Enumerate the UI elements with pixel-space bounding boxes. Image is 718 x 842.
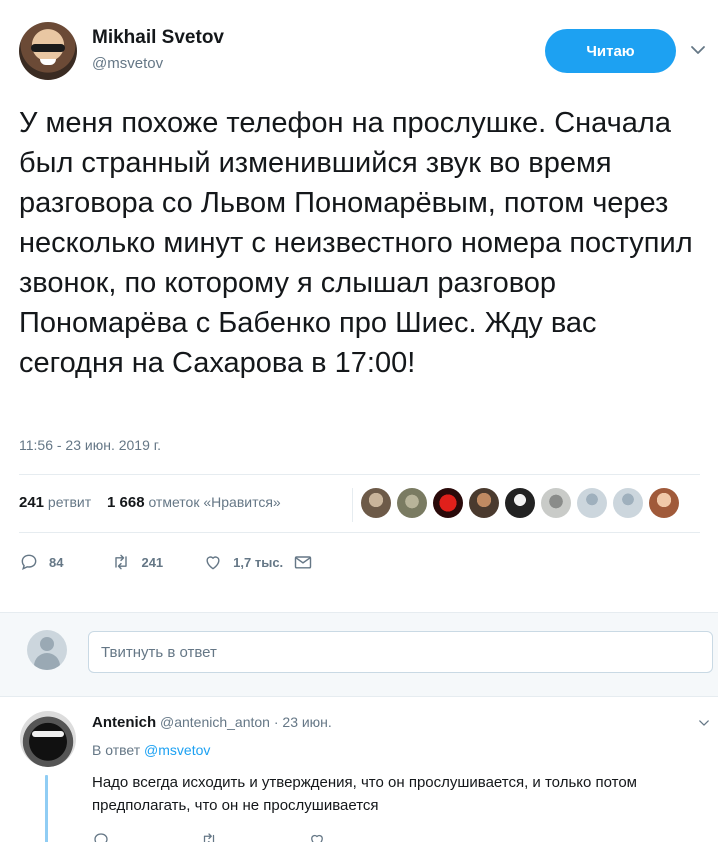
heart-icon[interactable] <box>308 831 326 842</box>
like-count: 1,7 тыс. <box>233 554 284 570</box>
liker-avatar[interactable] <box>397 488 427 518</box>
likes-label: отметок «Нравится» <box>148 494 281 510</box>
reply-meta[interactable]: @antenich_anton · 23 июн. <box>160 714 332 730</box>
author-handle[interactable]: @msvetov <box>92 55 163 72</box>
reply-action[interactable]: 84 <box>19 552 63 572</box>
retweet-icon[interactable] <box>200 831 218 842</box>
chevron-down-icon[interactable] <box>688 40 708 60</box>
reply-author-name[interactable]: Antenich <box>92 714 156 731</box>
divider <box>19 474 700 475</box>
envelope-icon <box>294 556 312 569</box>
reply-to-label: В ответ <box>92 742 141 758</box>
retweets-count: 241 <box>19 494 45 511</box>
message-action[interactable] <box>293 552 313 572</box>
liker-avatar[interactable] <box>649 488 679 518</box>
chevron-down-icon[interactable] <box>697 716 711 730</box>
liker-avatar[interactable] <box>505 488 535 518</box>
liker-avatar[interactable] <box>577 488 607 518</box>
reply-to-handle[interactable]: @msvetov <box>144 742 210 758</box>
thread-line <box>45 775 48 842</box>
tweet-text: У меня похоже телефон на прослушке. Снач… <box>19 107 693 379</box>
liker-avatar[interactable] <box>433 488 463 518</box>
tweet-actions: 84 241 1,7 тыс. <box>19 550 313 574</box>
retweet-action[interactable]: 241 <box>111 552 163 572</box>
divider <box>19 532 700 533</box>
reply-composer: Твитнуть в ответ <box>0 612 718 697</box>
user-avatar <box>27 630 67 670</box>
likes-stat[interactable]: 1 668 отметок «Нравится» <box>107 494 281 511</box>
follow-button[interactable]: Читаю <box>545 29 676 73</box>
tweet-timestamp[interactable]: 11:56 - 23 июн. 2019 г. <box>19 437 161 453</box>
reply-tweet[interactable]: Antenich @antenich_anton · 23 июн. В отв… <box>0 697 718 842</box>
retweets-stat[interactable]: 241 ретвит <box>19 494 92 511</box>
main-tweet: Mikhail Svetov @msvetov Читаю У меня пох… <box>0 0 718 612</box>
reply-author-avatar[interactable] <box>20 711 76 767</box>
stats-separator <box>352 488 353 522</box>
retweet-icon <box>115 554 128 570</box>
reply-icon <box>21 554 37 570</box>
author-name[interactable]: Mikhail Svetov <box>92 27 224 49</box>
likes-count: 1 668 <box>107 494 145 511</box>
reply-count: 84 <box>49 554 64 570</box>
author-avatar[interactable] <box>19 22 77 80</box>
reply-actions <box>92 831 416 842</box>
liker-avatar[interactable] <box>361 488 391 518</box>
reply-text: Надо всегда исходить и утверждения, что … <box>92 774 637 814</box>
reply-icon[interactable] <box>92 831 110 842</box>
liker-avatar[interactable] <box>613 488 643 518</box>
like-action[interactable]: 1,7 тыс. <box>203 552 283 572</box>
retweets-label: ретвит <box>47 494 92 510</box>
tweet-stats: 241 ретвит 1 668 отметок «Нравится» <box>19 494 281 511</box>
reply-to: В ответ @msvetov <box>92 742 210 758</box>
liker-avatar[interactable] <box>469 488 499 518</box>
reply-input[interactable]: Твитнуть в ответ <box>88 631 713 673</box>
retweet-count: 241 <box>141 554 164 570</box>
heart-icon <box>206 556 220 570</box>
liker-avatar[interactable] <box>541 488 571 518</box>
